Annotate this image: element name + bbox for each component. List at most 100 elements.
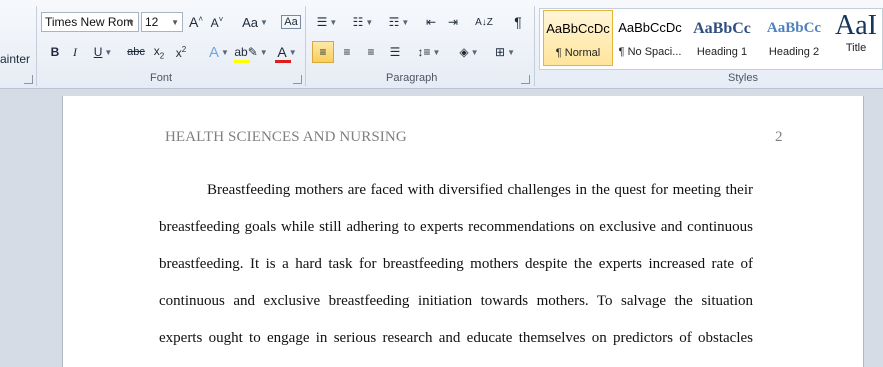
style-name: Heading 1 <box>696 46 748 58</box>
chevron-down-icon: ▼ <box>127 17 135 27</box>
shrink-font-icon: A˅ <box>210 14 224 30</box>
align-center-icon: ≡ <box>343 45 351 59</box>
numbering-button[interactable]: ☷ ▼ <box>348 11 378 33</box>
justify-button[interactable]: ☰ <box>384 41 406 63</box>
style-name: ¶ Normal <box>555 47 601 59</box>
chevron-down-icon: ▼ <box>365 17 374 27</box>
line-spacing-icon: ↕≡ <box>417 45 431 59</box>
italic-button[interactable]: I <box>66 41 84 63</box>
subscript-icon: x2 <box>153 43 165 61</box>
paragraph-launcher[interactable] <box>521 75 530 84</box>
chevron-down-icon: ▼ <box>401 17 410 27</box>
highlight-color-bar <box>234 60 251 63</box>
underline-button[interactable]: U ▼ <box>88 41 118 63</box>
bold-icon: B <box>50 45 60 59</box>
font-color-button[interactable]: A ▼ <box>272 41 302 63</box>
style-heading-1[interactable]: AaBbCc Heading 1 <box>687 10 757 66</box>
shading-button[interactable]: ◈ ▼ <box>454 41 484 63</box>
chevron-down-icon: ▼ <box>432 47 441 57</box>
paragraph-line: breastfeeding goals while still adhering… <box>159 219 753 235</box>
font-color-icon: A <box>275 44 292 63</box>
style-name: ¶ No Spaci... <box>618 46 682 58</box>
font-size-value: 12 <box>145 15 159 29</box>
highlighter-icon: ab✎ <box>234 45 258 63</box>
style-title[interactable]: AaI Title <box>831 10 881 66</box>
style-name: Title <box>845 42 867 54</box>
highlight-button[interactable]: ab✎ ▼ <box>234 41 268 63</box>
clipboard-launcher[interactable] <box>24 75 33 84</box>
paragraph-line: breastfeeding. It is a hard task for bre… <box>159 256 753 272</box>
bullets-icon: ☰ <box>316 15 328 29</box>
change-case-icon: Aa <box>242 14 258 30</box>
chevron-down-icon: ▼ <box>171 17 179 27</box>
shrink-font-button[interactable]: A˅ <box>207 11 227 33</box>
paragraph-group-label: Paragraph <box>386 72 438 84</box>
chevron-down-icon: ▼ <box>259 47 268 57</box>
style-preview: AaBbCc <box>766 20 822 36</box>
clear-formatting-button[interactable]: Aa <box>280 11 302 33</box>
borders-icon: ⊞ <box>495 45 506 59</box>
font-name-combo[interactable]: Times New Rom ▼ <box>41 12 139 32</box>
grow-font-icon: A˄ <box>188 14 203 30</box>
page-header: HEALTH SCIENCES AND NURSING <box>165 129 407 145</box>
text-effects-icon: A <box>209 43 220 61</box>
style-normal[interactable]: AaBbCcDc ¶ Normal <box>543 10 613 66</box>
styles-group-label: Styles <box>728 72 758 84</box>
grow-font-button[interactable]: A˄ <box>186 11 206 33</box>
style-preview: AaBbCc <box>693 20 751 37</box>
pilcrow-icon: ¶ <box>514 14 522 30</box>
subscript-button[interactable]: x2 <box>150 41 168 63</box>
align-right-button[interactable]: ≡ <box>360 41 382 63</box>
italic-icon: I <box>73 44 77 59</box>
borders-button[interactable]: ⊞ ▼ <box>490 41 520 63</box>
group-separator <box>534 6 535 86</box>
style-name: Heading 2 <box>768 46 820 58</box>
chevron-down-icon: ▼ <box>288 47 297 57</box>
document-page[interactable]: HEALTH SCIENCES AND NURSING 2 Breastfeed… <box>63 96 863 367</box>
justify-icon: ☰ <box>389 45 401 59</box>
line-spacing-button[interactable]: ↕≡ ▼ <box>414 41 444 63</box>
decrease-indent-icon: ⇤ <box>425 15 437 29</box>
align-left-button[interactable]: ≡ <box>312 41 334 63</box>
style-no-spacing[interactable]: AaBbCcDc ¶ No Spaci... <box>615 10 685 66</box>
ribbon: ainter Times New Rom ▼ 12 ▼ A˄ A˅ Aa ▼ Aa… <box>0 0 883 89</box>
group-separator <box>305 6 306 86</box>
paint-bucket-icon: ◈ <box>459 45 469 59</box>
bold-button[interactable]: B <box>46 41 64 63</box>
sort-button[interactable]: A↓Z <box>474 11 494 33</box>
chevron-down-icon: ▼ <box>470 47 479 57</box>
text-effects-button[interactable]: A ▼ <box>204 41 234 63</box>
style-heading-2[interactable]: AaBbCc Heading 2 <box>759 10 829 66</box>
format-painter-label[interactable]: ainter <box>0 52 30 66</box>
chevron-down-icon: ▼ <box>104 47 113 57</box>
font-color-bar <box>275 60 292 63</box>
chevron-down-icon: ▼ <box>329 17 338 27</box>
increase-indent-button[interactable]: ⇥ <box>443 11 463 33</box>
multilevel-list-button[interactable]: ☶ ▼ <box>384 11 414 33</box>
group-separator <box>36 6 37 86</box>
strikethrough-button[interactable]: abc <box>125 41 147 63</box>
change-case-button[interactable]: Aa ▼ <box>240 11 270 33</box>
paragraph-line: Breastfeeding mothers are faced with div… <box>207 182 753 198</box>
font-size-combo[interactable]: 12 ▼ <box>141 12 183 32</box>
clear-formatting-icon: Aa <box>281 15 301 29</box>
align-right-icon: ≡ <box>367 45 375 59</box>
chevron-down-icon: ▼ <box>507 47 515 57</box>
font-group-label: Font <box>150 72 173 84</box>
show-formatting-button[interactable]: ¶ <box>507 11 529 33</box>
font-launcher[interactable] <box>293 75 302 84</box>
decrease-indent-button[interactable]: ⇤ <box>421 11 441 33</box>
style-preview: AaI <box>835 10 877 41</box>
styles-gallery: AaBbCcDc ¶ Normal AaBbCcDc ¶ No Spaci...… <box>539 8 883 70</box>
bullets-button[interactable]: ☰ ▼ <box>312 11 342 33</box>
chevron-down-icon: ▼ <box>221 47 229 57</box>
superscript-button[interactable]: x2 <box>172 41 190 63</box>
underline-icon: U <box>93 45 103 59</box>
numbering-icon: ☷ <box>352 15 364 29</box>
align-center-button[interactable]: ≡ <box>336 41 358 63</box>
multilevel-list-icon: ☶ <box>388 15 400 29</box>
increase-indent-icon: ⇥ <box>447 15 459 29</box>
page-number: 2 <box>775 129 783 145</box>
font-name-value: Times New Rom <box>45 15 134 29</box>
chevron-down-icon: ▼ <box>259 17 268 27</box>
